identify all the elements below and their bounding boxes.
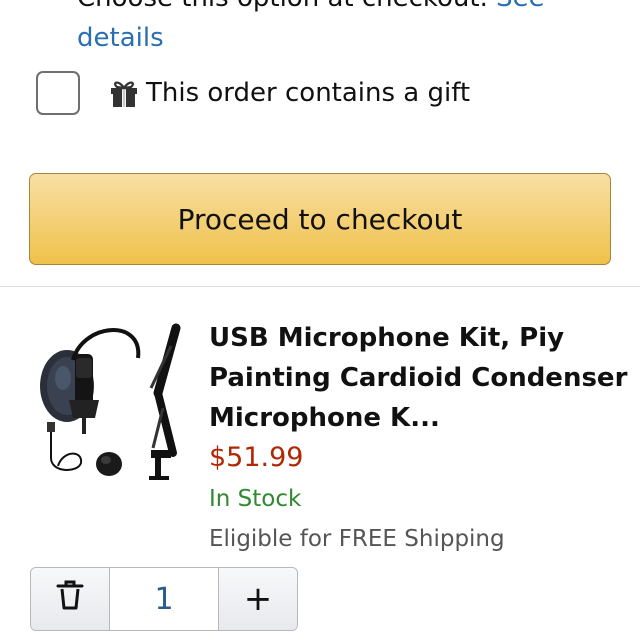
divider	[0, 286, 640, 287]
quantity-stepper: 1 +	[30, 567, 298, 631]
cart-page: Choose this option at checkout. See deta…	[0, 0, 640, 640]
product-title[interactable]: USB Microphone Kit, Piy Painting Cardioi…	[209, 318, 629, 438]
stock-status: In Stock	[209, 486, 302, 512]
plus-icon: +	[243, 579, 273, 619]
product-image[interactable]	[33, 318, 183, 483]
gift-checkbox[interactable]	[36, 71, 80, 115]
proceed-to-checkout-label: Proceed to checkout	[177, 202, 463, 236]
checkout-note-text: Choose this option at checkout.	[77, 0, 488, 13]
increment-quantity-button[interactable]: +	[219, 568, 297, 630]
delete-item-button[interactable]	[31, 568, 109, 630]
quantity-value[interactable]: 1	[109, 568, 219, 630]
gift-option-row: This order contains a gift	[36, 70, 470, 116]
product-price: $51.99	[209, 442, 304, 473]
checkout-note: Choose this option at checkout. See deta…	[77, 0, 597, 58]
proceed-to-checkout-button[interactable]: Proceed to checkout	[29, 173, 611, 265]
gift-option-label: This order contains a gift	[146, 78, 471, 108]
gift-icon	[107, 76, 141, 110]
trash-icon	[55, 579, 85, 620]
shipping-eligibility: Eligible for FREE Shipping	[209, 526, 505, 552]
